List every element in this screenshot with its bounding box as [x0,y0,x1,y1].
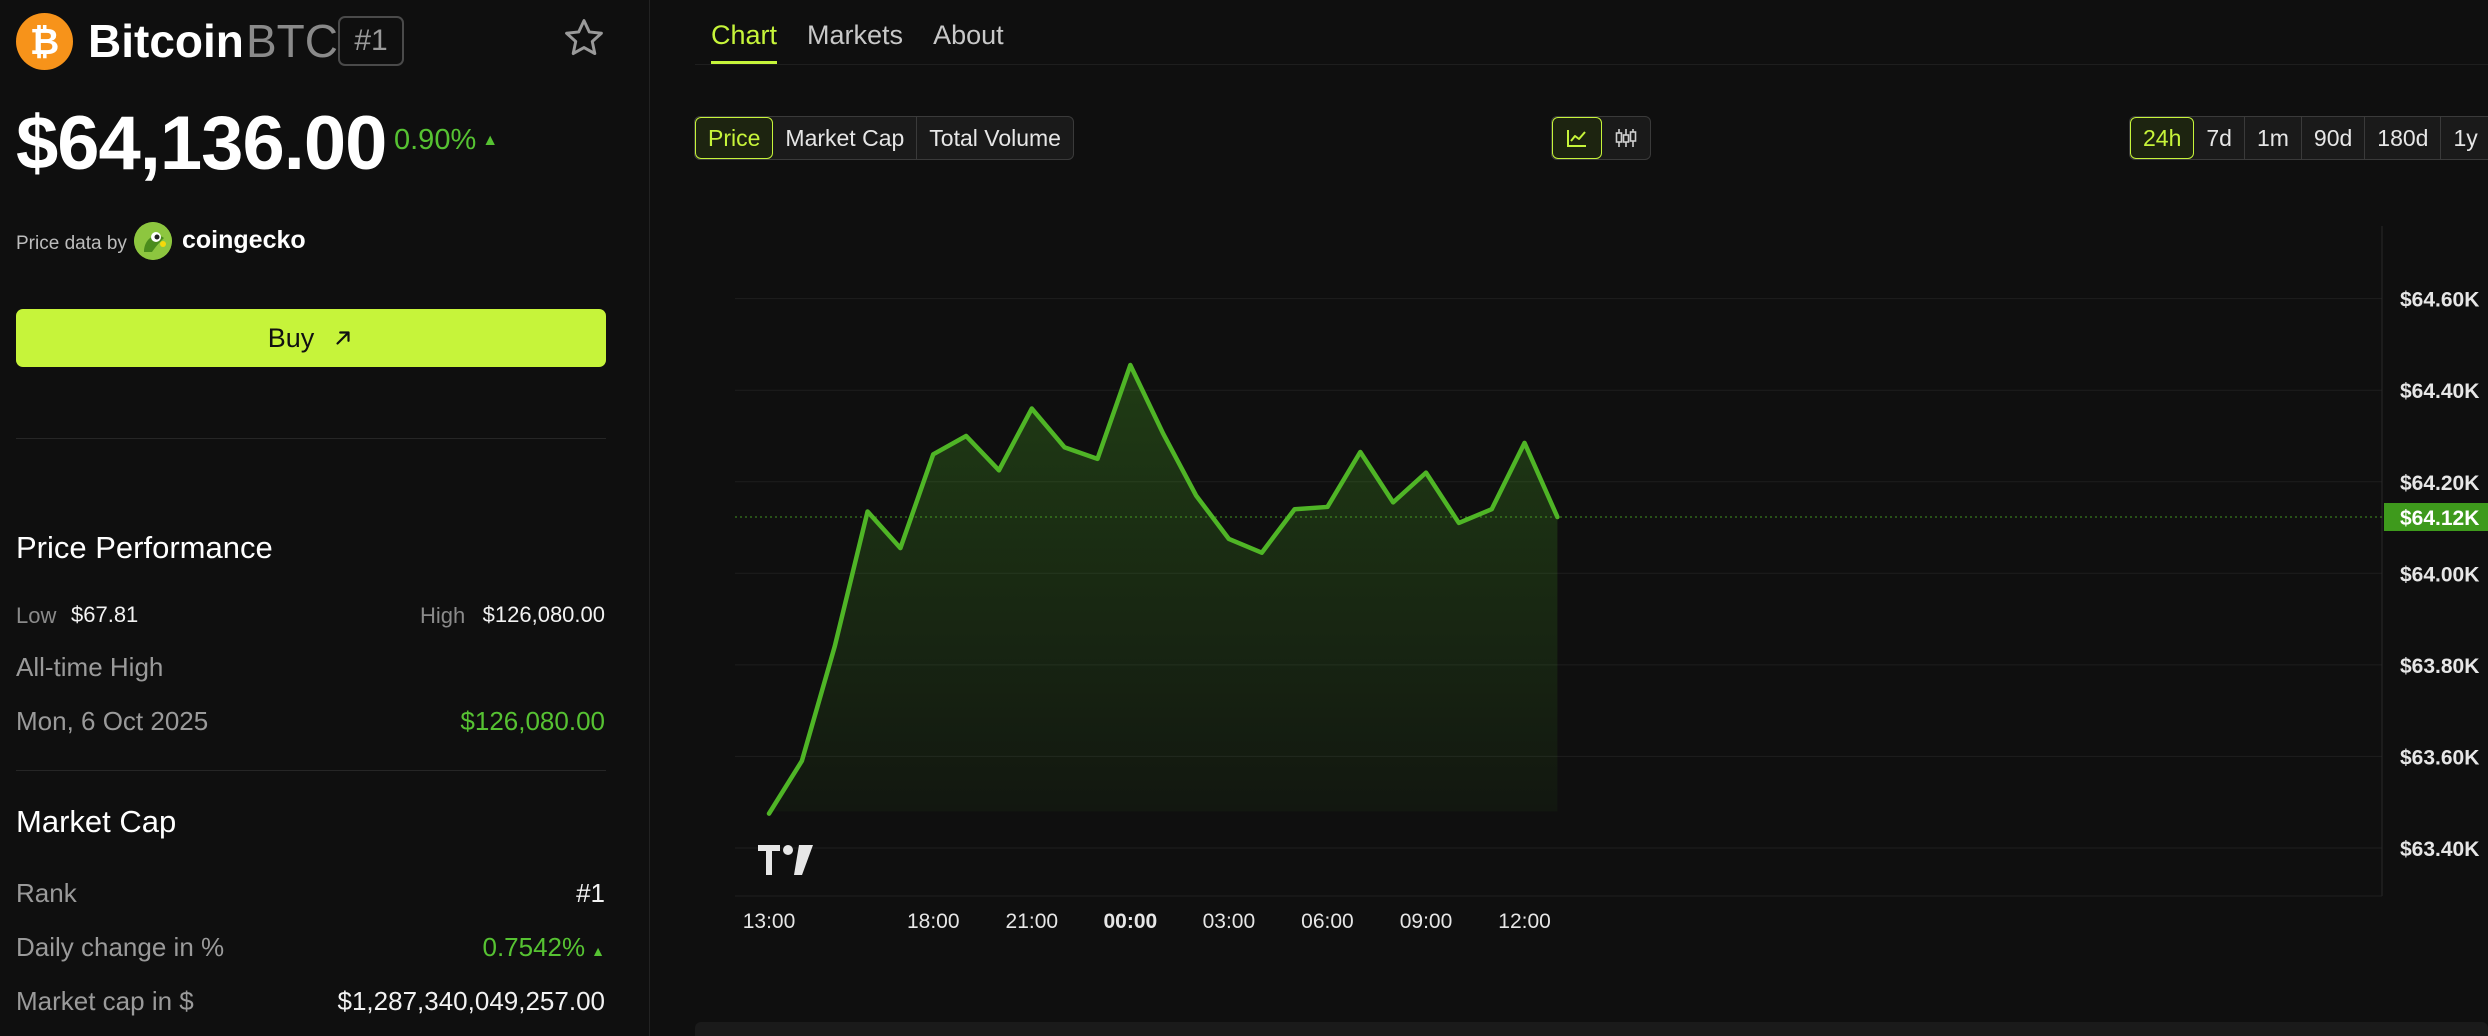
line-chart-icon [1567,130,1586,147]
metric-total-volume-button[interactable]: Total Volume [917,117,1073,159]
y-tick-label: $63.80K [2400,655,2479,678]
market-cap-value: $1,287,340,049,257.00 [337,986,605,1016]
x-tick-label: 13:00 [743,910,796,933]
app-root: ₿ Bitcoin BTC #1 $64,136.00 0.90% ▲ Price… [0,0,2488,1036]
price-change-value: 0.90% [394,124,477,156]
ath-date: Mon, 6 Oct 2025 [16,706,209,736]
divider [16,438,606,439]
y-tick-label: $64.40K [2400,380,2479,403]
x-tick-label: 18:00 [907,910,960,933]
x-tick-label: 03:00 [1203,910,1256,933]
coin-name: Bitcoin [88,15,244,67]
rank-badge: #1 [338,16,404,66]
buy-button-label: Buy [267,322,315,353]
market-cap-label: Market cap in $ [16,986,194,1016]
rank-label: Rank [16,878,77,908]
daily-change: 0.7542% ▲ [482,932,605,963]
up-arrow-icon: ▲ [591,943,605,959]
chart-type-selector [1551,116,1651,160]
price-chart[interactable]: $64.60K $64.40K $64.20K $64.00K $63.80K $63.6… [695,190,2488,970]
price-chart-svg[interactable]: $64.60K $64.40K $64.20K $64.00K $63.80K $63.6… [695,190,2488,970]
price-change: 0.90% ▲ [394,124,498,157]
market-cap-title: Market Cap [16,804,177,839]
y-tick-label: $63.60K [2400,746,2479,769]
price-data-label: Price data by [16,233,127,254]
buy-button[interactable]: Buy [16,309,606,367]
range-1m-button[interactable]: 1m [2245,117,2302,159]
range-180d-button[interactable]: 180d [2365,117,2442,159]
low-value: $67.81 [71,602,139,627]
high-value: $126,080.00 [482,602,605,627]
metric-market-cap-button[interactable]: Market Cap [773,117,918,159]
coin-symbol: BTC [246,15,338,67]
x-tick-label: 09:00 [1400,910,1453,933]
range-24h-button[interactable]: 24h [2130,117,2195,159]
tab-about[interactable]: About [933,20,1004,64]
up-arrow-icon: ▲ [482,132,499,150]
y-tick-label: $63.40K [2400,838,2479,861]
tradingview-logo-icon [758,845,813,875]
range-90d-button[interactable]: 90d [2302,117,2366,159]
daily-change-label: Daily change in % [16,932,225,962]
tab-bar: Chart Markets About [711,20,1004,64]
low-label: Low [16,603,57,628]
range-7d-button[interactable]: 7d [2194,117,2245,159]
tab-markets[interactable]: Markets [807,20,903,64]
candlestick-icon [1615,129,1637,147]
y-tick-label: $64.00K [2400,563,2479,586]
tab-chart[interactable]: Chart [711,20,778,64]
star-icon[interactable] [562,16,606,60]
arrow-up-right-icon [336,331,350,345]
high-label: High [420,603,466,628]
tab-divider [695,64,2488,65]
metric-price-button[interactable]: Price [695,117,774,159]
rank-value: #1 [576,878,605,908]
bitcoin-logo-icon: ₿ [16,13,73,70]
line-chart-button[interactable] [1552,117,1602,159]
price-performance-title: Price Performance [16,530,273,565]
metric-selector: Price Market Cap Total Volume [694,116,1074,160]
x-tick-label: 12:00 [1498,910,1551,933]
current-price-tag-label: $64.12K [2400,507,2479,530]
ath-label: All-time High [16,652,164,682]
coingecko-link[interactable]: coingecko [182,226,306,255]
current-price: $64,136.00 [16,101,387,186]
candlestick-button[interactable] [1602,117,1650,159]
x-tick-label: 00:00 [1103,910,1157,933]
coingecko-logo-icon [134,222,172,260]
coin-info-panel: ₿ Bitcoin BTC #1 $64,136.00 0.90% ▲ Price… [0,0,650,1036]
y-tick-label: $64.60K [2400,289,2479,312]
bottom-panel-edge [695,1022,2488,1036]
daily-change-value: 0.7542% [482,932,586,962]
ath-value: $126,080.00 [460,706,605,736]
range-1y-button[interactable]: 1y [2441,117,2488,159]
time-range-selector: 24h 7d 1m 90d 180d 1y [2129,116,2488,160]
y-tick-label: $64.20K [2400,472,2479,495]
x-tick-label: 21:00 [1006,910,1059,933]
divider [16,770,606,771]
x-tick-label: 06:00 [1301,910,1354,933]
